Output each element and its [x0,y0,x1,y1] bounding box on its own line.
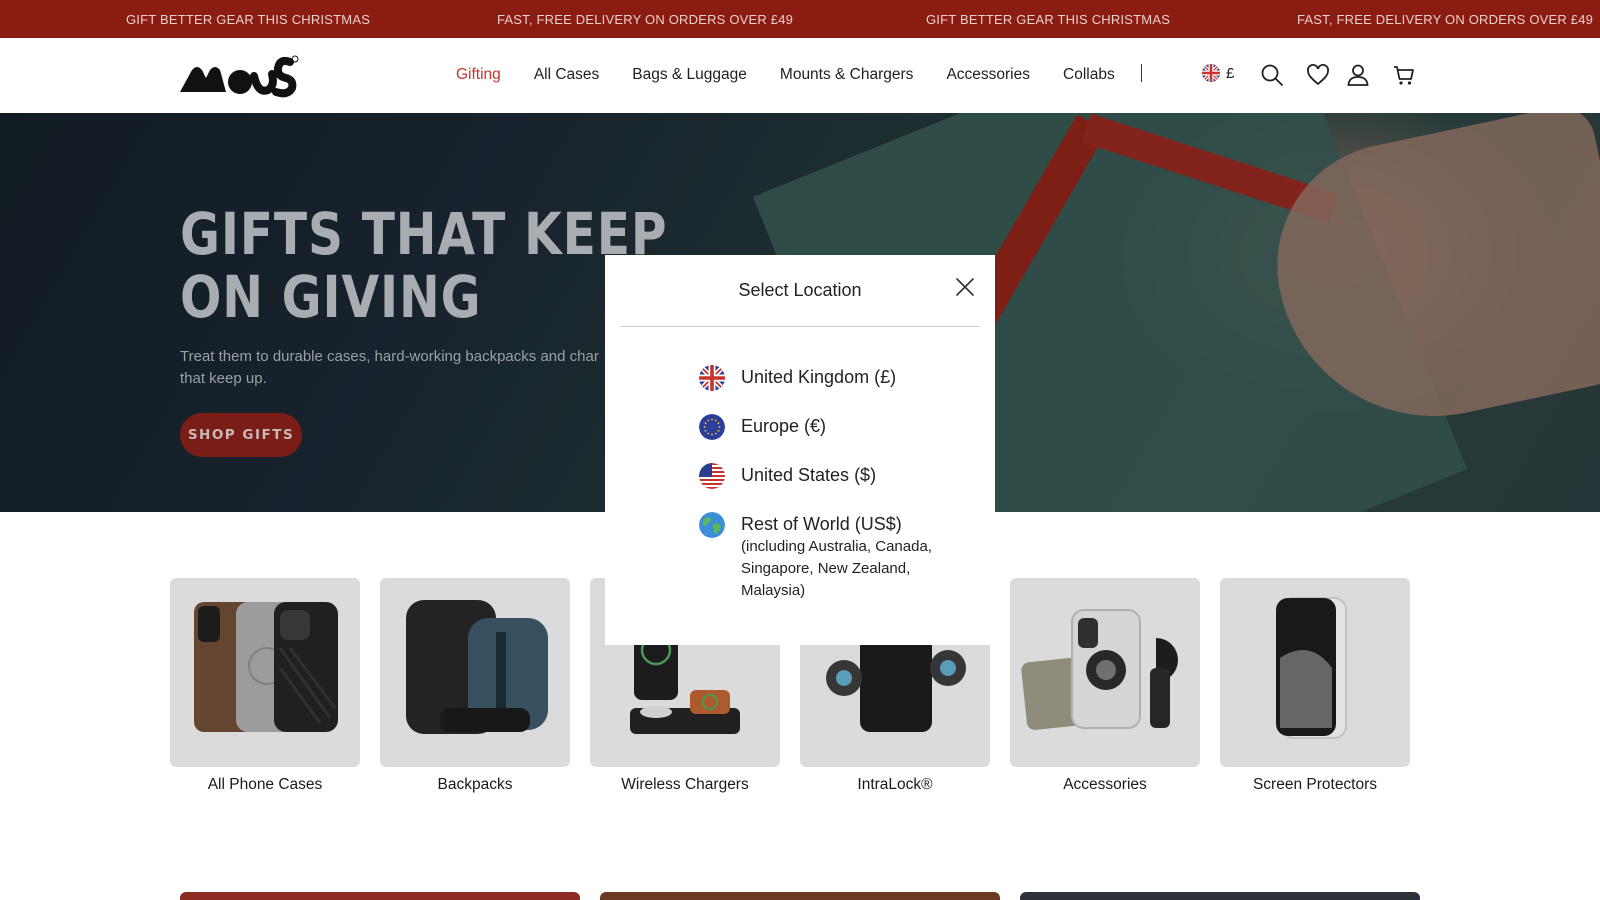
modal-title: Select Location [738,280,862,300]
location-label: Rest of World (US$) [741,514,902,534]
location-label: United Kingdom (£) [741,367,897,387]
select-location-modal: Select Location United Kingdom (£) Europ… [605,255,995,645]
location-label: Europe (€) [741,416,827,436]
location-option-uk[interactable]: United Kingdom (£) [699,365,896,391]
location-text: Rest of World (US$) (including Australia… [741,512,956,602]
location-label: United States ($) [741,465,877,485]
location-option-rest-of-world[interactable]: Rest of World (US$) (including Australia… [699,512,956,602]
eu-flag-icon [699,414,725,440]
uk-flag-icon [699,365,725,391]
modal-divider [620,326,980,327]
us-flag-icon [699,463,725,489]
location-note: (including Australia, Canada, Singapore,… [741,538,932,599]
close-icon[interactable] [953,275,977,299]
location-option-us[interactable]: United States ($) [699,463,876,489]
location-option-europe[interactable]: Europe (€) [699,414,826,440]
globe-icon [699,512,725,538]
